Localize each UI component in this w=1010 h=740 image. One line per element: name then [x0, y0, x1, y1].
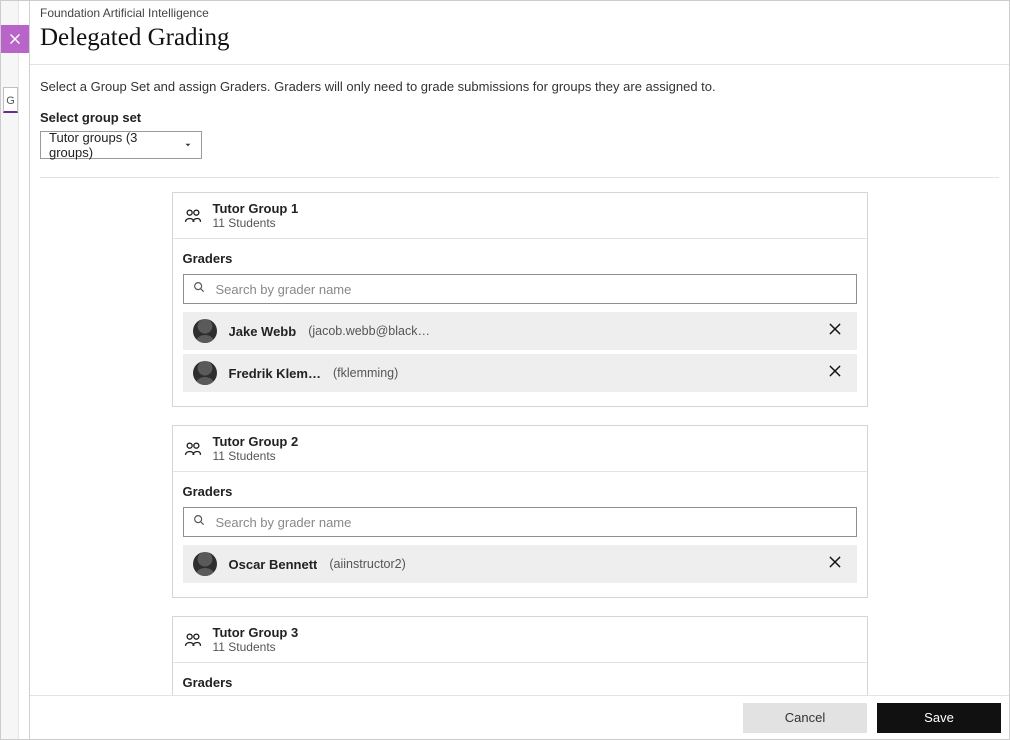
group-title: Tutor Group 3 — [213, 625, 299, 640]
group-card: Tutor Group 311 Students GradersArthur Wa… — [172, 616, 868, 695]
divider — [40, 177, 999, 178]
group-set-select[interactable]: Tutor groups (3 groups) — [40, 131, 202, 159]
group-subtext: 11 Students — [213, 216, 299, 230]
footer: Cancel Save — [30, 695, 1009, 739]
intro-text: Select a Group Set and assign Graders. G… — [40, 79, 999, 94]
group-subtext: 11 Students — [213, 449, 299, 463]
close-icon — [827, 363, 843, 384]
group-set-label: Select group set — [40, 110, 999, 125]
grader-username: (jacob.webb@black… — [308, 324, 430, 338]
grader-search[interactable] — [183, 274, 857, 304]
grader-name: Fredrik Klem… — [229, 366, 321, 381]
cancel-button[interactable]: Cancel — [743, 703, 867, 733]
grader-name: Jake Webb — [229, 324, 297, 339]
grader-row: Oscar Bennett (aiinstructor2) — [183, 545, 857, 583]
group-body: Graders Oscar Bennett (aiinstructor2) — [173, 472, 867, 597]
grader-username: (aiinstructor2) — [329, 557, 405, 571]
page-title: Delegated Grading — [40, 24, 999, 52]
close-icon — [8, 32, 22, 46]
grader-search[interactable] — [183, 507, 857, 537]
group-header: Tutor Group 311 Students — [173, 617, 867, 663]
breadcrumb: Foundation Artificial Intelligence — [40, 6, 999, 20]
avatar — [193, 552, 217, 576]
remove-grader-button[interactable] — [823, 361, 847, 385]
group-set-value: Tutor groups (3 groups) — [49, 130, 183, 160]
avatar — [193, 319, 217, 343]
grader-search-input[interactable] — [214, 514, 848, 531]
close-icon — [827, 321, 843, 342]
group-icon — [183, 439, 203, 459]
panel-header: Foundation Artificial Intelligence Deleg… — [30, 1, 1009, 65]
chevron-down-icon — [183, 140, 193, 150]
grader-username: (fklemming) — [333, 366, 398, 380]
group-card: Tutor Group 111 Students Graders Jake Webb… — [172, 192, 868, 407]
remove-grader-button[interactable] — [823, 552, 847, 576]
remove-grader-button[interactable] — [823, 319, 847, 343]
group-body: Graders Jake Webb (jacob.webb@black… Fredri… — [173, 239, 867, 406]
group-title: Tutor Group 1 — [213, 201, 299, 216]
grader-row: Fredrik Klem… (fklemming) — [183, 354, 857, 392]
group-icon — [183, 206, 203, 226]
group-subtext: 11 Students — [213, 640, 299, 654]
graders-label: Graders — [183, 251, 857, 266]
group-header: Tutor Group 111 Students — [173, 193, 867, 239]
search-icon — [192, 280, 206, 299]
graders-label: Graders — [183, 675, 857, 690]
group-header-text: Tutor Group 111 Students — [213, 201, 299, 230]
group-body: GradersArthur Ward(aiinstructor1) — [173, 663, 867, 695]
group-title: Tutor Group 2 — [213, 434, 299, 449]
scroll-area[interactable]: Select a Group Set and assign Graders. G… — [30, 65, 1009, 695]
save-button[interactable]: Save — [877, 703, 1001, 733]
group-header-text: Tutor Group 211 Students — [213, 434, 299, 463]
background-tab: G — [3, 87, 18, 113]
close-button[interactable] — [1, 25, 29, 53]
group-icon — [183, 630, 203, 650]
app-frame: G Foundation Artificial Intelligence Del… — [0, 0, 1010, 740]
search-icon — [192, 513, 206, 532]
panel: Foundation Artificial Intelligence Deleg… — [29, 1, 1009, 739]
group-card: Tutor Group 211 Students Graders Oscar Ben… — [172, 425, 868, 598]
avatar — [193, 361, 217, 385]
close-icon — [827, 554, 843, 575]
group-header: Tutor Group 211 Students — [173, 426, 867, 472]
groups-column: Tutor Group 111 StudentsGradersJake Webb… — [172, 192, 868, 695]
grader-search-input[interactable] — [214, 281, 848, 298]
grader-row: Jake Webb (jacob.webb@black… — [183, 312, 857, 350]
group-header-text: Tutor Group 311 Students — [213, 625, 299, 654]
graders-label: Graders — [183, 484, 857, 499]
grader-name: Oscar Bennett — [229, 557, 318, 572]
